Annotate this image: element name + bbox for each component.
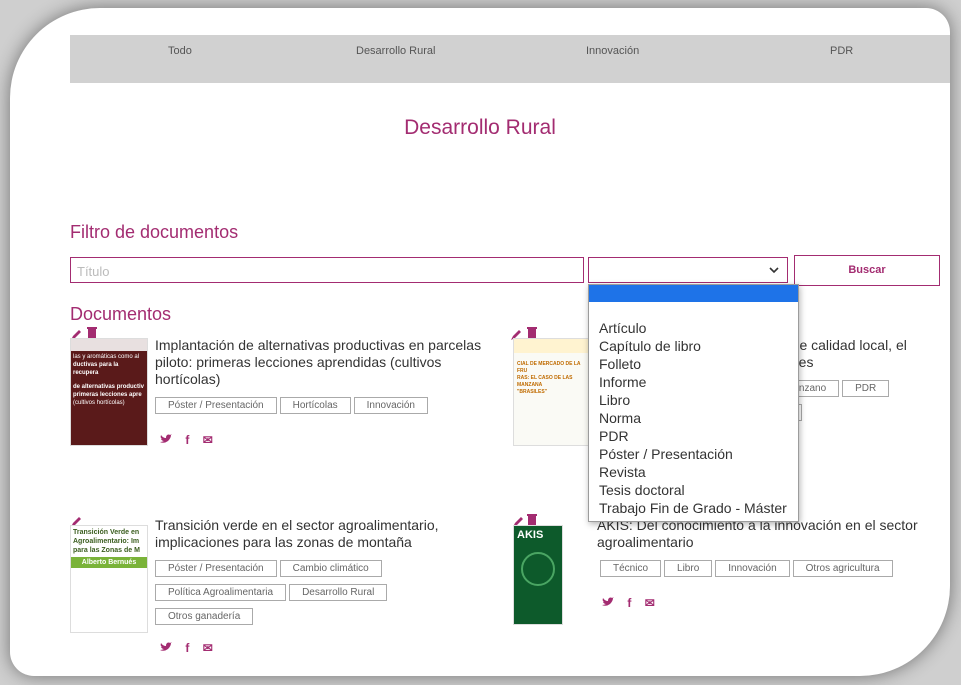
chevron-down-icon — [768, 263, 780, 281]
tag[interactable]: Innovación — [715, 560, 790, 577]
document-thumbnail[interactable]: Transición Verde en Agroalimentario: Im … — [70, 525, 148, 633]
email-icon[interactable]: ✉ — [203, 641, 213, 655]
thumb-text: de alternativas productiv — [73, 384, 145, 390]
page-title: Desarrollo Rural — [404, 116, 556, 139]
dropdown-option[interactable]: Trabajo Fin de Grado - Máster — [589, 499, 798, 517]
share-links: f ✉ — [160, 641, 223, 655]
twitter-icon[interactable] — [160, 641, 175, 655]
search-button[interactable]: Buscar — [794, 255, 940, 286]
document-title[interactable]: a de calidad local, el ubles — [780, 337, 950, 371]
title-search-input[interactable]: Título — [70, 257, 584, 283]
thumb-text: para las Zonas de M — [73, 547, 140, 554]
tag[interactable]: Póster / Presentación — [155, 560, 277, 577]
dropdown-option[interactable]: Norma — [589, 409, 798, 427]
dropdown-option-blank[interactable] — [589, 285, 798, 302]
tab-pdr[interactable]: PDR — [830, 45, 853, 57]
tag[interactable]: Póster / Presentación — [155, 397, 277, 414]
dropdown-option[interactable]: Artículo — [589, 319, 798, 337]
document-title[interactable]: AKIS: Del conocimiento a la innovación e… — [597, 517, 937, 551]
document-type-dropdown: Artículo Capítulo de libro Folleto Infor… — [588, 284, 799, 522]
dropdown-option[interactable]: Revista — [589, 463, 798, 481]
document-tags: ManzanoPDRo — [780, 378, 950, 426]
dropdown-option[interactable]: Folleto — [589, 355, 798, 373]
thumb-text: Alberto Bernués — [71, 557, 147, 568]
tag[interactable]: Cambio climático — [279, 560, 382, 577]
tag[interactable]: Desarrollo Rural — [289, 584, 388, 601]
facebook-icon[interactable]: f — [185, 433, 189, 447]
share-links: f ✉ — [160, 433, 223, 447]
documents-heading: Documentos — [70, 304, 172, 324]
page-frame: Todo Desarrollo Rural Innovación PDR Des… — [10, 8, 950, 676]
dropdown-option[interactable]: PDR — [589, 427, 798, 445]
thumb-emblem — [521, 552, 555, 586]
document-title-line: ubles — [780, 354, 950, 371]
dropdown-option[interactable]: Libro — [589, 391, 798, 409]
document-thumbnail[interactable]: CIAL DE MERCADO DE LA FRU RAS: EL CASO D… — [513, 338, 591, 446]
email-icon[interactable]: ✉ — [645, 596, 655, 610]
tag[interactable]: Libro — [664, 560, 713, 577]
document-title[interactable]: Implantación de alternativas productivas… — [155, 337, 505, 388]
document-title-line: a de calidad local, el — [780, 337, 907, 353]
thumb-text: "BRASILES" — [517, 389, 548, 395]
twitter-icon[interactable] — [160, 433, 175, 447]
share-links: f ✉ — [602, 596, 665, 610]
document-tags: Póster / Presentación Cambio climático Pol… — [155, 558, 445, 630]
filter-heading: Filtro de documentos — [70, 222, 239, 242]
email-icon[interactable]: ✉ — [203, 433, 213, 447]
tag[interactable]: Hortícolas — [279, 397, 351, 414]
thumb-text: (cultivos hortícolas) — [73, 400, 125, 406]
tag[interactable]: Técnico — [600, 560, 662, 577]
facebook-icon[interactable]: f — [627, 596, 631, 610]
tab-todo[interactable]: Todo — [168, 45, 192, 57]
category-nav: Todo Desarrollo Rural Innovación PDR — [70, 35, 950, 83]
twitter-icon[interactable] — [602, 596, 617, 610]
dropdown-option[interactable]: Tesis doctoral — [589, 481, 798, 499]
document-type-select[interactable] — [588, 257, 788, 283]
document-thumbnail[interactable]: AKIS — [513, 525, 563, 625]
dropdown-option[interactable]: Póster / Presentación — [589, 445, 798, 463]
tag[interactable]: PDR — [842, 380, 890, 397]
tag[interactable]: Innovación — [353, 397, 428, 414]
document-tags: Póster / Presentación Hortícolas Innovació… — [155, 395, 505, 419]
thumb-text: primeras lecciones apre — [73, 392, 142, 398]
tag[interactable]: Política Agroalimentaria — [155, 584, 287, 601]
thumb-text: las y aromáticas como al — [73, 354, 140, 360]
thumb-text: ductivas para la recupera — [73, 362, 119, 376]
document-title[interactable]: Transición verde en el sector agroalimen… — [155, 517, 475, 551]
tag[interactable]: Otros agricultura — [792, 560, 893, 577]
tab-desarrollo-rural[interactable]: Desarrollo Rural — [356, 45, 435, 57]
thumb-text: RAS: EL CASO DE LAS MANZANA — [517, 375, 573, 388]
dropdown-option[interactable]: Capítulo de libro — [589, 337, 798, 355]
facebook-icon[interactable]: f — [185, 641, 189, 655]
thumb-text: Agroalimentario: Im — [73, 538, 140, 545]
document-tags: Técnico Libro Innovación Otros agricultura — [600, 558, 940, 582]
dropdown-option[interactable]: Informe — [589, 373, 798, 391]
tab-innovacion[interactable]: Innovación — [586, 45, 639, 57]
tag[interactable]: Otros ganadería — [155, 608, 254, 625]
thumb-text: CIAL DE MERCADO DE LA FRU — [517, 361, 581, 374]
document-thumbnail[interactable]: las y aromáticas como al ductivas para l… — [70, 338, 148, 446]
thumb-text: AKIS — [517, 529, 544, 541]
thumb-text: Transición Verde en — [73, 529, 140, 536]
